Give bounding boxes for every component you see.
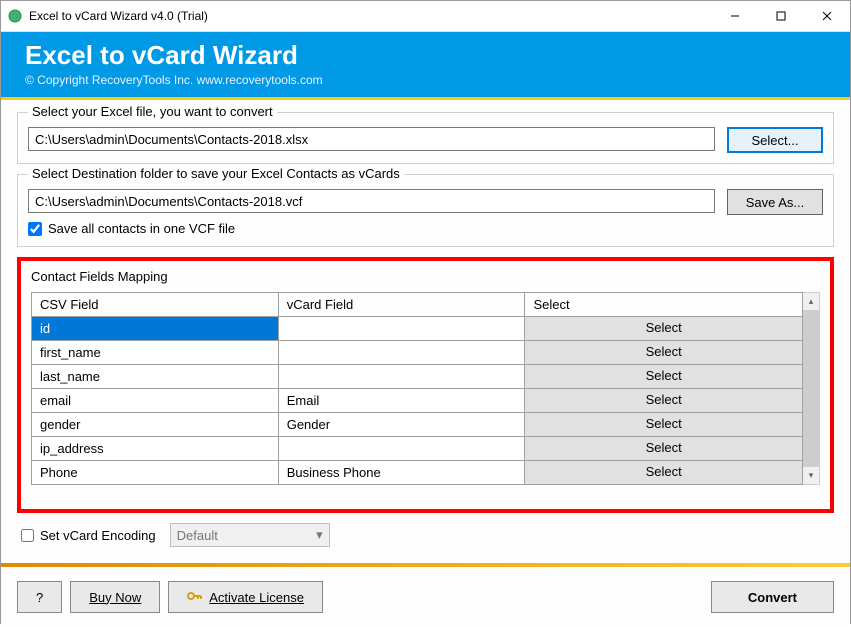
scroll-thumb[interactable]: [803, 310, 819, 467]
select-field-button[interactable]: Select: [525, 341, 803, 365]
encoding-checkbox[interactable]: [21, 529, 34, 542]
col-vcard[interactable]: vCard Field: [278, 293, 525, 317]
destination-legend: Select Destination folder to save your E…: [28, 166, 404, 181]
mapping-scrollbar[interactable]: ▴ ▾: [803, 292, 820, 485]
vcard-field-cell[interactable]: Business Phone: [278, 461, 525, 485]
buy-now-button[interactable]: Buy Now: [70, 581, 160, 613]
csv-field-cell[interactable]: first_name: [32, 341, 279, 365]
select-field-button[interactable]: Select: [525, 437, 803, 461]
single-vcf-checkbox-row[interactable]: Save all contacts in one VCF file: [28, 221, 823, 236]
vcard-field-cell[interactable]: [278, 317, 525, 341]
select-field-button[interactable]: Select: [525, 389, 803, 413]
copyright-text: © Copyright RecoveryTools Inc. www.recov…: [25, 73, 834, 87]
vcard-field-cell[interactable]: [278, 341, 525, 365]
window-title: Excel to vCard Wizard v4.0 (Trial): [29, 9, 712, 23]
destination-path-input[interactable]: [28, 189, 715, 213]
help-button[interactable]: ?: [17, 581, 62, 613]
encoding-value: Default: [177, 528, 218, 543]
single-vcf-label: Save all contacts in one VCF file: [48, 221, 235, 236]
window-titlebar: Excel to vCard Wizard v4.0 (Trial): [1, 1, 850, 32]
chevron-down-icon: ▾: [316, 527, 323, 543]
select-file-button[interactable]: Select...: [727, 127, 823, 153]
encoding-row: Set vCard Encoding Default ▾: [21, 523, 834, 547]
source-file-group: Select your Excel file, you want to conv…: [17, 112, 834, 164]
table-row[interactable]: id Select: [32, 317, 803, 341]
single-vcf-checkbox[interactable]: [28, 222, 42, 236]
mapping-table: CSV Field vCard Field Select idSelectfir…: [31, 292, 803, 485]
csv-field-cell[interactable]: gender: [32, 413, 279, 437]
scroll-up-icon[interactable]: ▴: [803, 293, 819, 310]
select-field-button[interactable]: Select: [525, 365, 803, 389]
select-field-button[interactable]: Select: [525, 413, 803, 437]
source-legend: Select your Excel file, you want to conv…: [28, 104, 277, 119]
csv-field-cell[interactable]: ip_address: [32, 437, 279, 461]
table-row[interactable]: first_name Select: [32, 341, 803, 365]
encoding-label: Set vCard Encoding: [40, 528, 156, 543]
vcard-field-cell[interactable]: Email: [278, 389, 525, 413]
destination-group: Select Destination folder to save your E…: [17, 174, 834, 247]
select-field-button[interactable]: Select: [525, 317, 803, 341]
table-row[interactable]: genderGenderSelect: [32, 413, 803, 437]
col-select[interactable]: Select: [525, 293, 803, 317]
encoding-combo[interactable]: Default ▾: [170, 523, 330, 547]
csv-field-cell[interactable]: email: [32, 389, 279, 413]
app-icon: [7, 8, 23, 24]
csv-field-cell[interactable]: id: [32, 317, 279, 341]
col-csv[interactable]: CSV Field: [32, 293, 279, 317]
table-row[interactable]: last_name Select: [32, 365, 803, 389]
scroll-down-icon[interactable]: ▾: [803, 467, 819, 484]
window-controls: [712, 1, 850, 31]
table-row[interactable]: PhoneBusiness PhoneSelect: [32, 461, 803, 485]
key-icon: [187, 589, 203, 606]
table-row[interactable]: emailEmailSelect: [32, 389, 803, 413]
save-as-button[interactable]: Save As...: [727, 189, 823, 215]
select-field-button[interactable]: Select: [525, 461, 803, 485]
mapping-header-row: CSV Field vCard Field Select: [32, 293, 803, 317]
vcard-field-cell[interactable]: Gender: [278, 413, 525, 437]
csv-field-cell[interactable]: last_name: [32, 365, 279, 389]
csv-field-cell[interactable]: Phone: [32, 461, 279, 485]
maximize-button[interactable]: [758, 1, 804, 31]
vcard-field-cell[interactable]: [278, 365, 525, 389]
encoding-checkbox-row[interactable]: Set vCard Encoding: [21, 528, 156, 543]
header-banner: Excel to vCard Wizard © Copyright Recove…: [1, 32, 850, 97]
table-row[interactable]: ip_address Select: [32, 437, 803, 461]
activate-license-button[interactable]: Activate License: [168, 581, 323, 613]
mapping-highlight-frame: Contact Fields Mapping CSV Field vCard F…: [17, 257, 834, 513]
app-title: Excel to vCard Wizard: [25, 40, 834, 71]
convert-button[interactable]: Convert: [711, 581, 834, 613]
mapping-legend: Contact Fields Mapping: [31, 269, 820, 284]
close-button[interactable]: [804, 1, 850, 31]
footer: ? Buy Now Activate License Convert: [1, 567, 850, 627]
source-path-input[interactable]: [28, 127, 715, 151]
minimize-button[interactable]: [712, 1, 758, 31]
vcard-field-cell[interactable]: [278, 437, 525, 461]
